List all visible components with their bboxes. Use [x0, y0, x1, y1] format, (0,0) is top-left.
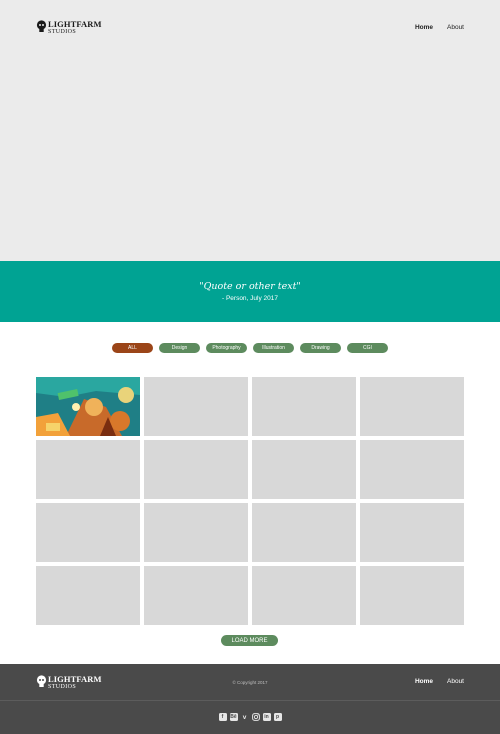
gallery-item-placeholder[interactable] [252, 440, 356, 499]
gallery-item-placeholder[interactable] [360, 503, 464, 562]
main-nav: Home About [415, 24, 464, 31]
gallery-item-placeholder[interactable] [144, 377, 248, 436]
footer: LIGHTFARM STUDIOS © Copyright 2017 Home … [0, 664, 500, 734]
filter-all[interactable]: ALL [112, 343, 153, 353]
gallery-item-placeholder[interactable] [36, 503, 140, 562]
footer-home-link[interactable]: Home [415, 678, 433, 685]
gallery-item-placeholder[interactable] [144, 440, 248, 499]
brand-subtitle: STUDIOS [48, 28, 77, 35]
gallery-item-placeholder[interactable] [144, 503, 248, 562]
gallery-item-placeholder[interactable] [360, 377, 464, 436]
hero-section: LIGHTFARM STUDIOS Home About [0, 0, 500, 261]
filter-photography[interactable]: Photography [206, 343, 247, 353]
social-links: f Bē v in p [0, 713, 500, 721]
gallery-grid [36, 377, 464, 625]
gallery-item-placeholder[interactable] [144, 566, 248, 625]
gallery-item-placeholder[interactable] [360, 566, 464, 625]
footer-divider [0, 700, 500, 701]
quote-band: "Quote or other text" - Person, July 201… [0, 261, 500, 322]
filter-cgi[interactable]: CGI [347, 343, 388, 353]
brand-name: LIGHTFARM [48, 19, 102, 29]
nav-about-link[interactable]: About [447, 24, 464, 31]
behance-icon[interactable]: Bē [229, 713, 238, 721]
linkedin-icon[interactable]: in [262, 713, 271, 721]
gallery-item-artwork[interactable] [36, 377, 140, 436]
quote-text: "Quote or other text" [199, 281, 301, 292]
instagram-icon[interactable] [251, 713, 260, 721]
gallery-item-placeholder[interactable] [360, 440, 464, 499]
facebook-icon[interactable]: f [218, 713, 227, 721]
lightbulb-icon [36, 20, 47, 34]
vimeo-icon[interactable]: v [241, 713, 249, 721]
gallery-item-placeholder[interactable] [252, 377, 356, 436]
filter-design[interactable]: Design [159, 343, 200, 353]
gallery-item-placeholder[interactable] [252, 566, 356, 625]
filter-bar: ALL Design Photography Illustration Draw… [0, 343, 500, 353]
filter-drawing[interactable]: Drawing [300, 343, 341, 353]
pinterest-icon[interactable]: p [273, 713, 282, 721]
footer-about-link[interactable]: About [447, 678, 464, 685]
nav-home-link[interactable]: Home [415, 24, 433, 31]
artwork-image [36, 377, 140, 436]
logo[interactable]: LIGHTFARM STUDIOS [36, 20, 102, 35]
filter-illustration[interactable]: Illustration [253, 343, 294, 353]
gallery-item-placeholder[interactable] [36, 566, 140, 625]
gallery-item-placeholder[interactable] [36, 440, 140, 499]
load-more-button[interactable]: LOAD MORE [221, 635, 278, 646]
quote-attribution: - Person, July 2017 [221, 295, 278, 302]
footer-nav: Home About [415, 678, 464, 685]
gallery-item-placeholder[interactable] [252, 503, 356, 562]
